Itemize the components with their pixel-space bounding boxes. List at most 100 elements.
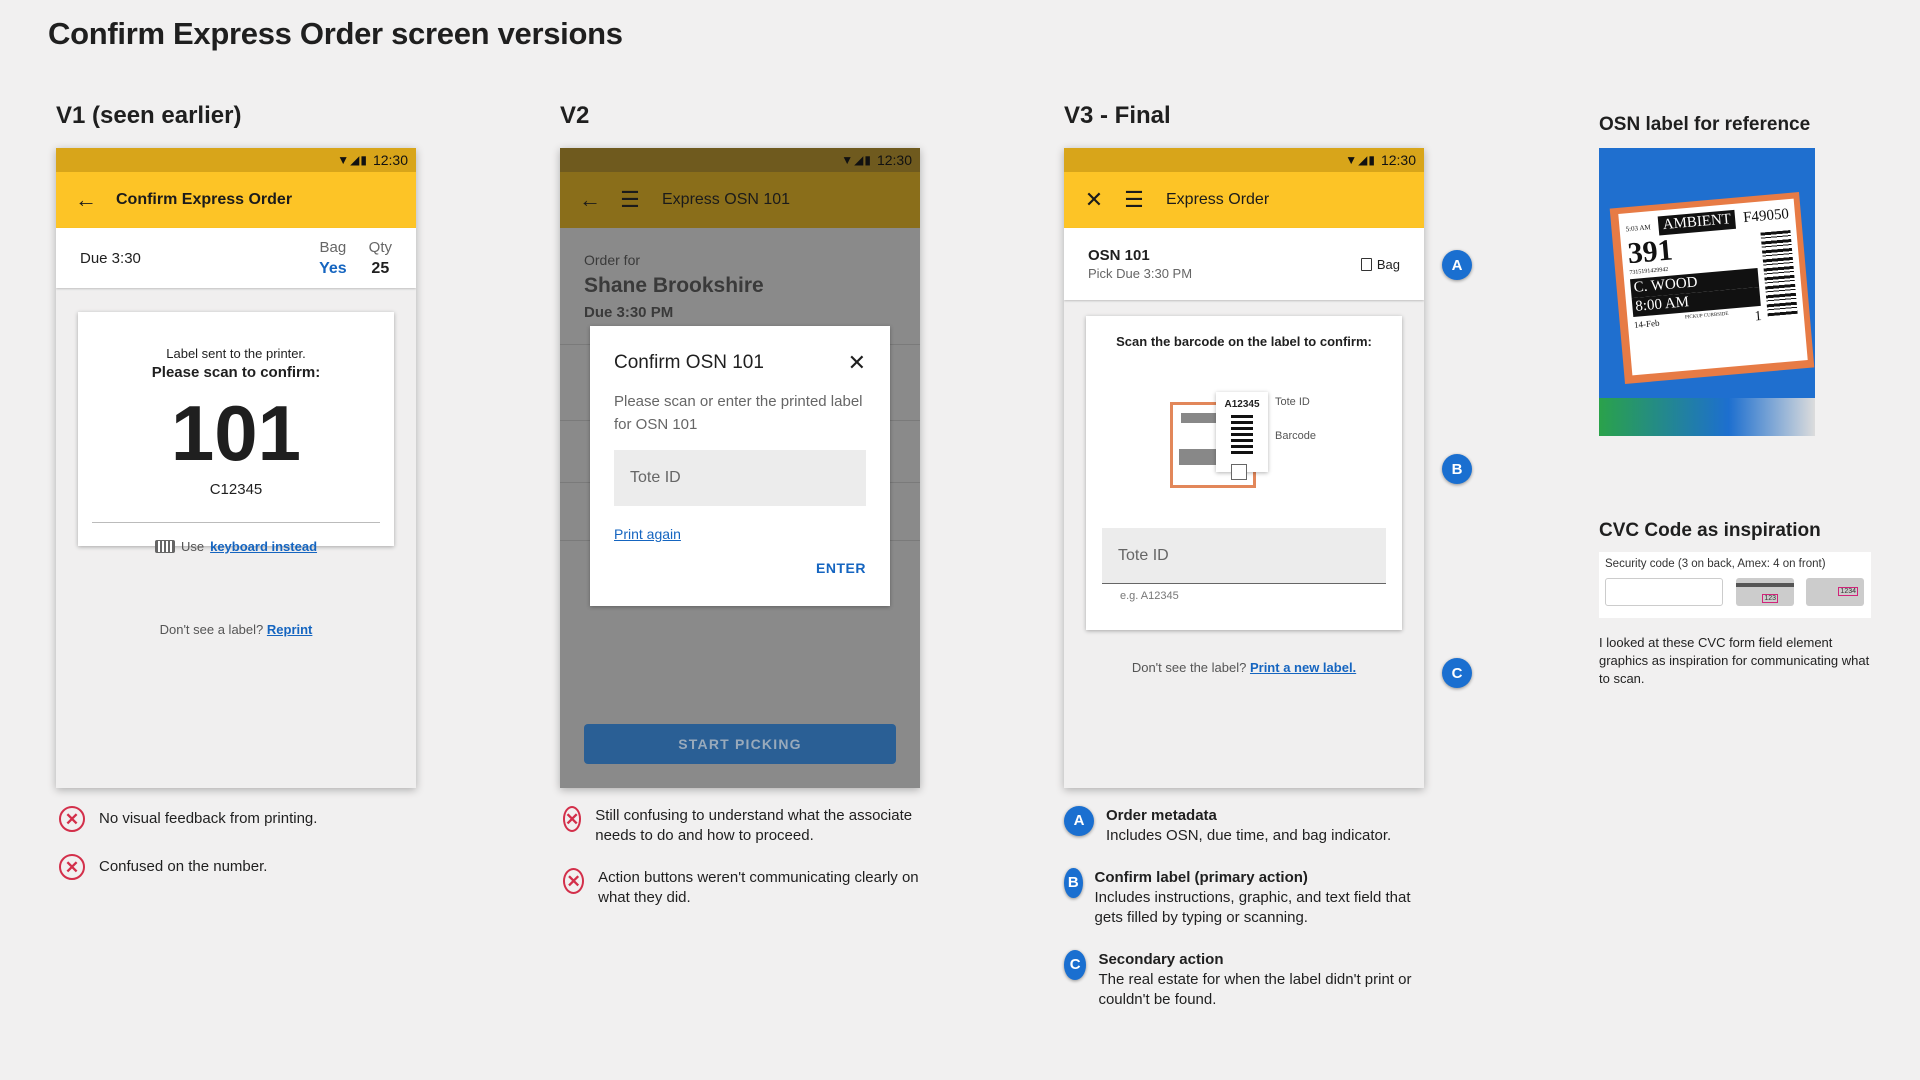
- badge-a: A: [1064, 806, 1094, 836]
- close-icon[interactable]: ✕: [848, 350, 866, 376]
- label-load: 1: [1754, 308, 1763, 325]
- back-arrow-icon[interactable]: ←: [576, 187, 604, 213]
- order-for-label: Order for: [584, 252, 641, 268]
- annotation-title: Confirm label (primary action): [1094, 869, 1308, 886]
- status-time: 12:30: [372, 152, 408, 168]
- start-picking-button[interactable]: START PICKING: [584, 724, 896, 764]
- annotation-title: Secondary action: [1098, 951, 1224, 968]
- label-sent-text: Label sent to the printer.: [166, 346, 306, 361]
- bag-label: Bag: [1376, 256, 1400, 272]
- v3-confirm-card: Scan the barcode on the label to confirm…: [1086, 316, 1402, 630]
- barcode-icon: [1231, 415, 1253, 455]
- bag-label: Bag: [319, 238, 347, 256]
- osn-label-photo: 5:03 AM AMBIENT F49050 391 7315191429942…: [1599, 148, 1815, 436]
- no-label-text: Don't see a label?: [159, 622, 264, 637]
- v2-note-2: ✕ Action buttons weren't communicating c…: [563, 868, 923, 908]
- label-graphic: A12345: [1216, 392, 1268, 480]
- error-x-icon: ✕: [563, 806, 582, 832]
- status-bar: ▼◢▮ 12:30: [560, 148, 920, 172]
- osn-label: OSN 101: [1088, 247, 1150, 264]
- keyboard-instead-link[interactable]: keyboard instead: [210, 539, 317, 554]
- enter-button[interactable]: ENTER: [614, 560, 866, 576]
- v1-confirm-card: Label sent to the printer. Please scan t…: [78, 312, 394, 554]
- dialog-body: Please scan or enter the printed label f…: [614, 393, 863, 433]
- cvc-note: I looked at these CVC form field element…: [1599, 635, 1870, 686]
- qty-value: 25: [371, 259, 390, 277]
- badge-c: C: [1064, 950, 1087, 980]
- dialog-title: Confirm OSN 101: [614, 352, 764, 373]
- cvc-field-label: Security code (3 on back, Amex: 4 on fro…: [1605, 558, 1826, 570]
- tote-code: C12345: [209, 481, 263, 498]
- signal-icon: ▼◢▮: [841, 153, 872, 167]
- status-bar: ▼◢▮ 12:30: [1064, 148, 1424, 172]
- annotation-body: The real estate for when the label didn'…: [1098, 971, 1412, 1008]
- label-date: 14-Feb: [1633, 317, 1660, 331]
- bag-icon: [1360, 257, 1372, 271]
- error-x-icon: ✕: [563, 868, 585, 894]
- v3-appbar: ✕ ☰ Express Order: [1064, 172, 1424, 228]
- error-x-icon: ✕: [59, 806, 85, 832]
- status-time: 12:30: [1380, 152, 1416, 168]
- osn-reference-heading: OSN label for reference: [1599, 114, 1811, 135]
- cvc-heading: CVC Code as inspiration: [1599, 520, 1821, 541]
- qty-label: Qty: [368, 238, 392, 256]
- back-arrow-icon[interactable]: ←: [72, 187, 100, 213]
- osn-big-number: 101: [170, 389, 302, 477]
- label-small-time: 5:03 AM: [1625, 222, 1651, 233]
- keyboard-icon: [154, 540, 175, 553]
- v1-note-1: ✕ No visual feedback from printing.: [59, 806, 399, 832]
- v1-note-2: ✕ Confused on the number.: [59, 854, 399, 880]
- print-again-link[interactable]: Print again: [614, 526, 681, 542]
- appbar-title: Express OSN 101: [662, 191, 791, 208]
- appbar-title: Express Order: [1166, 191, 1270, 208]
- v2-note-1: ✕ Still confusing to understand what the…: [563, 806, 913, 844]
- signal-icon: ▼◢▮: [1345, 153, 1376, 167]
- print-new-label-link[interactable]: Print a new label.: [1250, 660, 1356, 675]
- signal-icon: ▼◢▮: [337, 153, 368, 167]
- annotation-c: C Secondary action The real estate for wh…: [1064, 950, 1424, 1010]
- v3-heading: V3 - Final: [1064, 102, 1171, 129]
- card-front-icon: 1234: [1806, 578, 1864, 606]
- v1-heading: V1 (seen earlier): [56, 102, 242, 129]
- scan-instruction: Scan the barcode on the label to confirm…: [1116, 334, 1372, 349]
- error-x-icon: ✕: [59, 854, 85, 880]
- no-label-text: Don't see the label?: [1131, 660, 1247, 675]
- v2-appbar: ← ☰ Express OSN 101: [560, 172, 920, 228]
- v1-appbar: ← Confirm Express Order: [56, 172, 416, 228]
- page-title: Confirm Express Order screen versions: [48, 16, 623, 51]
- confirm-dialog: Confirm OSN 101 ✕ Please scan or enter t…: [590, 326, 890, 606]
- barcode-caption: Barcode: [1275, 430, 1316, 442]
- badge-a: A: [1442, 250, 1472, 280]
- v2-heading: V2: [560, 102, 590, 129]
- menu-icon[interactable]: ☰: [1120, 187, 1148, 213]
- menu-icon[interactable]: ☰: [616, 187, 644, 213]
- label-barcode-icon: [1760, 230, 1798, 317]
- v1-phone: ▼◢▮ 12:30 ← Confirm Express Order Due 3:…: [56, 148, 416, 788]
- customer-name: Shane Brookshire: [584, 274, 764, 297]
- v2-phone: ▼◢▮ 12:30 ← ☰ Express OSN 101 Order for …: [560, 148, 920, 788]
- tote-id-caption: Tote ID: [1275, 396, 1310, 408]
- label-code: A12345: [1224, 399, 1260, 410]
- v3-phone: ▼◢▮ 12:30 ✕ ☰ Express Order OSN 101 Pick…: [1064, 148, 1424, 788]
- reprint-link[interactable]: Reprint: [267, 622, 313, 637]
- badge-b: B: [1442, 454, 1472, 484]
- badge-b: B: [1064, 868, 1083, 898]
- cvc-input[interactable]: [1605, 578, 1723, 606]
- appbar-title: Confirm Express Order: [116, 191, 293, 208]
- v1-order-header: Due 3:30 Bag Yes Qty 25: [56, 228, 416, 288]
- tote-id-field[interactable]: Tote ID: [614, 450, 866, 506]
- due-time: Due 3:30: [80, 249, 141, 267]
- annotation-b: B Confirm label (primary action) Includes…: [1064, 868, 1424, 928]
- badge-c: C: [1442, 658, 1472, 688]
- pick-due: Pick Due 3:30 PM: [1088, 266, 1193, 281]
- field-hint: e.g. A12345: [1120, 590, 1179, 602]
- cvc-field-example: Security code (3 on back, Amex: 4 on fro…: [1599, 552, 1871, 618]
- label-pickup: PICKUP CURBSIDE: [1684, 311, 1729, 321]
- status-bar: ▼◢▮ 12:30: [56, 148, 416, 172]
- due-time: Due 3:30 PM: [584, 304, 674, 321]
- bag-value: Yes: [319, 259, 347, 277]
- annotation-body: Includes instructions, graphic, and text…: [1094, 889, 1411, 926]
- close-icon[interactable]: ✕: [1080, 187, 1108, 213]
- tote-id-field[interactable]: Tote ID: [1102, 528, 1386, 584]
- annotation-body: Includes OSN, due time, and bag indicato…: [1106, 827, 1392, 844]
